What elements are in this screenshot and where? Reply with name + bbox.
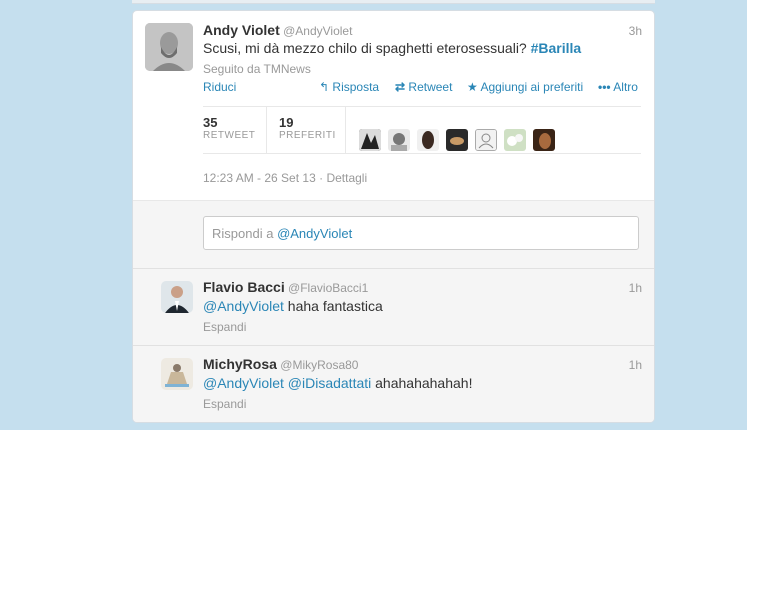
mention-link[interactable]: @AndyViolet [203, 375, 284, 391]
person-sketch-icon [145, 23, 193, 71]
expand-link[interactable]: Espandi [203, 320, 246, 334]
tweet-text-line: @AndyViolet @iDisadattati ahahahahahah! [203, 375, 472, 391]
user-avatar-icon [359, 129, 381, 151]
replies-section: Rispondi a @AndyViolet Flavio Bacci @Fla… [133, 200, 654, 422]
reply-input-mention: @AndyViolet [277, 226, 353, 241]
mention-link[interactable]: @AndyViolet [203, 298, 284, 314]
stat-divider [345, 107, 346, 153]
tweet-text: ahahahahahah! [375, 375, 473, 391]
favorite-button[interactable]: ★ Aggiungi ai preferiti [467, 80, 583, 94]
favorite-count: 19 [279, 115, 294, 130]
tweet-time[interactable]: 1h [629, 281, 642, 295]
divider [203, 153, 641, 154]
user-avatar-icon [504, 129, 526, 151]
user-thumbnail[interactable] [359, 129, 381, 151]
user-thumbnail[interactable] [388, 129, 410, 151]
favorite-stat[interactable]: 19 PREFERITI [279, 115, 336, 141]
tweet-text-line: @AndyViolet haha fantastica [203, 298, 383, 314]
cartoon-avatar-icon [161, 358, 193, 390]
timestamp-row: 12:23 AM - 26 Set 13 · Dettagli [203, 171, 367, 185]
user-avatar-icon [446, 129, 468, 151]
user-avatar-icon [533, 129, 555, 151]
user-thumbnail[interactable] [475, 129, 497, 151]
favorite-label: Aggiungi ai preferiti [480, 80, 584, 94]
default-egg-icon [476, 130, 496, 150]
author-handle[interactable]: @MikyRosa80 [280, 358, 358, 372]
author-name[interactable]: Andy Violet [203, 22, 280, 38]
tweet-time[interactable]: 3h [629, 24, 642, 38]
expand-link[interactable]: Espandi [203, 397, 246, 411]
reply-tweet[interactable]: MichyRosa @MikyRosa80 1h @AndyViolet @iD… [133, 345, 654, 422]
avatar[interactable] [145, 23, 193, 71]
retweet-label: Retweet [408, 80, 453, 94]
favorite-count-label: PREFERITI [279, 130, 336, 141]
mention-link[interactable]: @iDisadattati [288, 375, 371, 391]
reply-input-prefix: Rispondi a [212, 226, 274, 241]
tweet-time[interactable]: 1h [629, 358, 642, 372]
user-thumbnail[interactable] [446, 129, 468, 151]
retweet-button[interactable]: ⇄ Retweet [395, 80, 452, 94]
retweet-count-label: RETWEET [203, 130, 256, 141]
user-thumbnail[interactable] [504, 129, 526, 151]
tweet-text: Scusi, mi dà mezzo chilo di spaghetti et… [203, 40, 527, 56]
reply-tweet[interactable]: Flavio Bacci @FlavioBacci1 1h @AndyViole… [133, 268, 654, 346]
retweet-icon: ⇄ [395, 80, 406, 94]
user-thumbnail[interactable] [533, 129, 555, 151]
author-handle[interactable]: @AndyViolet [283, 24, 352, 38]
user-avatar-icon [388, 129, 410, 151]
author-name[interactable]: MichyRosa [203, 356, 277, 372]
retweet-stat[interactable]: 35 RETWEET [203, 115, 255, 141]
ellipsis-icon: ••• [598, 80, 611, 94]
more-label: Altro [613, 80, 638, 94]
more-button[interactable]: ••• Altro [598, 80, 638, 94]
author-name[interactable]: Flavio Bacci [203, 279, 285, 295]
reply-label: Risposta [332, 80, 380, 94]
star-icon: ★ [467, 80, 478, 94]
previous-card-edge [132, 0, 655, 4]
tweet-timestamp[interactable]: 12:23 AM - 26 Set 13 [203, 171, 316, 185]
reply-input[interactable]: Rispondi a @AndyViolet [203, 216, 639, 250]
person-photo-icon [161, 281, 193, 313]
reply-button[interactable]: ↰ Risposta [319, 80, 379, 94]
collapse-link[interactable]: Riduci [203, 80, 236, 94]
avatar[interactable] [161, 281, 193, 313]
tweet-text: haha fantastica [287, 298, 383, 314]
avatar[interactable] [161, 358, 193, 390]
divider [203, 106, 641, 107]
user-thumbnail[interactable] [417, 129, 439, 151]
hashtag-link[interactable]: #Barilla [531, 40, 582, 56]
author-handle[interactable]: @FlavioBacci1 [288, 281, 368, 295]
stat-divider [266, 107, 267, 153]
retweet-count: 35 [203, 115, 218, 130]
separator-dot: · [319, 171, 324, 185]
tweet-card: Andy Violet @AndyViolet 3h Scusi, mi dà … [132, 10, 655, 423]
reply-arrow-icon: ↰ [319, 80, 330, 94]
followed-by-text: Seguito da TMNews [203, 62, 311, 76]
user-avatar-icon [417, 129, 439, 151]
details-link[interactable]: Dettagli [326, 171, 367, 185]
tweet-text-line: Scusi, mi dà mezzo chilo di spaghetti et… [203, 40, 581, 56]
